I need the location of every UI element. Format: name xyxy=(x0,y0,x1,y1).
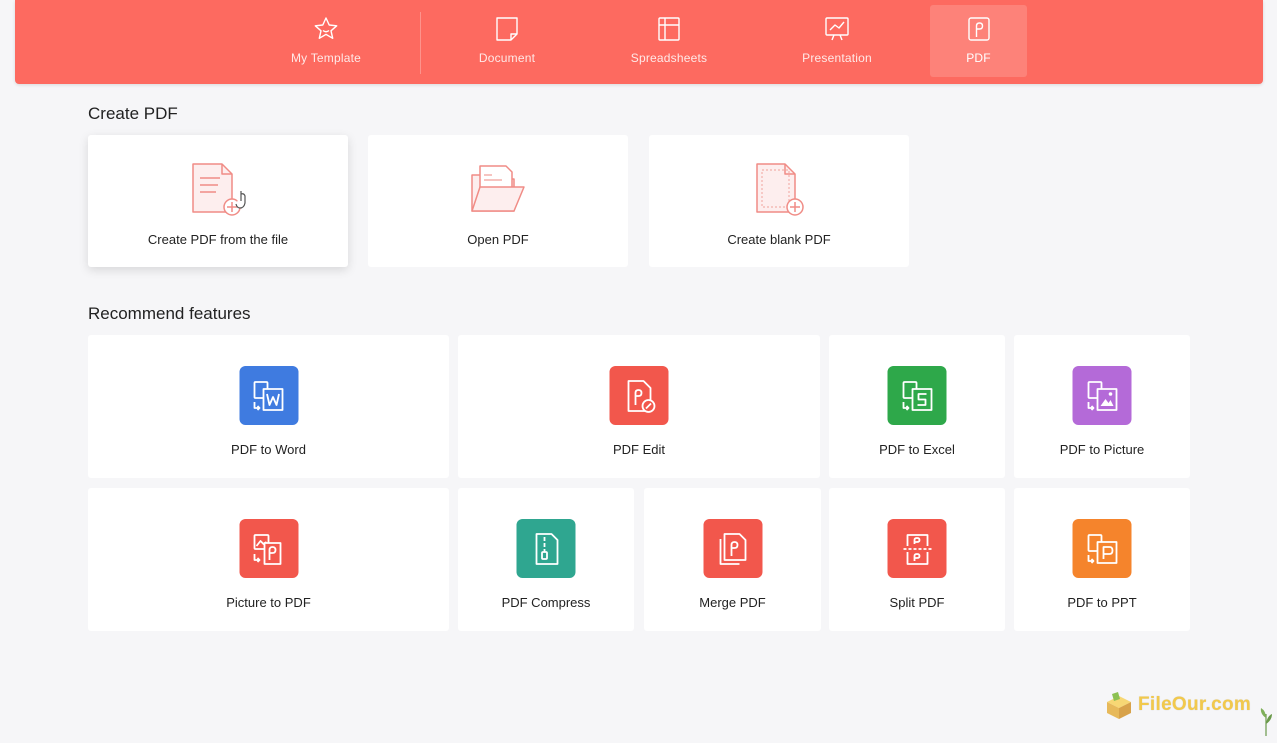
open-pdf-card[interactable]: Open PDF xyxy=(368,135,628,267)
box-logo-icon xyxy=(1107,692,1131,719)
card-label: Split PDF xyxy=(889,595,945,610)
create-pdf-from-file-card[interactable]: Create PDF from the file xyxy=(88,135,348,267)
card-label: PDF Edit xyxy=(612,442,665,457)
pdf-to-excel-card[interactable]: PDF to Excel xyxy=(829,335,1005,478)
merge-pdf-icon xyxy=(719,532,747,565)
icon-tile xyxy=(887,366,947,425)
pdf-compress-card[interactable]: PDF Compress xyxy=(458,488,634,631)
icon-tile xyxy=(1072,366,1132,425)
fileour-watermark: FileOur.com xyxy=(1104,688,1251,722)
tab-my-template[interactable]: My Template xyxy=(275,5,377,77)
create-pdf-heading: Create PDF xyxy=(88,104,178,123)
pdf-icon xyxy=(967,17,990,41)
card-label: Picture to PDF xyxy=(226,595,311,610)
create-blank-pdf-card[interactable]: Create blank PDF xyxy=(649,135,909,267)
pdf-to-word-card[interactable]: PDF to Word xyxy=(88,335,449,478)
card-label: PDF Compress xyxy=(501,595,591,610)
file-add-icon xyxy=(192,163,246,216)
icon-tile xyxy=(609,366,669,425)
leaf-decoration-icon xyxy=(1260,708,1272,736)
tab-label: Spreadsheets xyxy=(630,51,708,65)
blank-file-add-icon xyxy=(756,163,804,216)
spreadsheet-icon xyxy=(658,17,680,41)
document-icon xyxy=(496,17,518,41)
card-label: Create blank PDF xyxy=(727,232,831,247)
split-pdf-card[interactable]: Split PDF xyxy=(829,488,1005,631)
icon-tile xyxy=(887,519,947,578)
tab-label: Presentation xyxy=(802,51,872,65)
pdf-to-picture-icon xyxy=(1087,380,1117,411)
split-pdf-icon xyxy=(903,533,931,565)
pdf-to-word-icon xyxy=(253,380,284,411)
tab-divider xyxy=(420,12,421,74)
tab-label: PDF xyxy=(966,51,991,65)
pdf-to-ppt-icon xyxy=(1087,533,1117,564)
tab-pdf[interactable]: PDF xyxy=(930,5,1027,77)
pdf-edit-card[interactable]: PDF Edit xyxy=(458,335,820,478)
pdf-compress-icon xyxy=(535,532,558,565)
picture-to-pdf-icon xyxy=(253,533,282,565)
tab-presentation[interactable]: Presentation xyxy=(785,5,889,77)
tab-label: Document xyxy=(478,51,536,65)
icon-tile xyxy=(1072,519,1132,578)
icon-tile xyxy=(516,519,576,578)
watermark-text: FileOur.com xyxy=(1138,694,1252,715)
card-label: PDF to Word xyxy=(231,442,306,457)
recommend-features-heading: Recommend features xyxy=(88,304,251,323)
card-label: Open PDF xyxy=(467,232,529,247)
card-label: PDF to Picture xyxy=(1059,442,1145,457)
merge-pdf-card[interactable]: Merge PDF xyxy=(644,488,821,631)
top-nav-bar: My Template Document Spreadsheets Presen… xyxy=(15,0,1263,84)
pdf-edit-icon xyxy=(627,379,655,413)
pdf-to-ppt-card[interactable]: PDF to PPT xyxy=(1014,488,1190,631)
icon-tile xyxy=(239,519,298,578)
pdf-to-excel-icon xyxy=(902,380,932,411)
card-label: Create PDF from the file xyxy=(147,232,289,247)
card-label: Merge PDF xyxy=(699,595,766,610)
presentation-icon xyxy=(825,17,849,41)
tab-document[interactable]: Document xyxy=(455,5,559,77)
pdf-to-picture-card[interactable]: PDF to Picture xyxy=(1014,335,1190,478)
star-icon xyxy=(314,17,338,39)
tab-label: My Template xyxy=(290,51,361,65)
picture-to-pdf-card[interactable]: Picture to PDF xyxy=(88,488,449,631)
card-label: PDF to Excel xyxy=(879,442,955,457)
card-label: PDF to PPT xyxy=(1067,595,1137,610)
tab-spreadsheets[interactable]: Spreadsheets xyxy=(617,5,721,77)
open-folder-icon xyxy=(471,165,525,212)
icon-tile xyxy=(239,366,298,425)
icon-tile xyxy=(703,519,762,578)
